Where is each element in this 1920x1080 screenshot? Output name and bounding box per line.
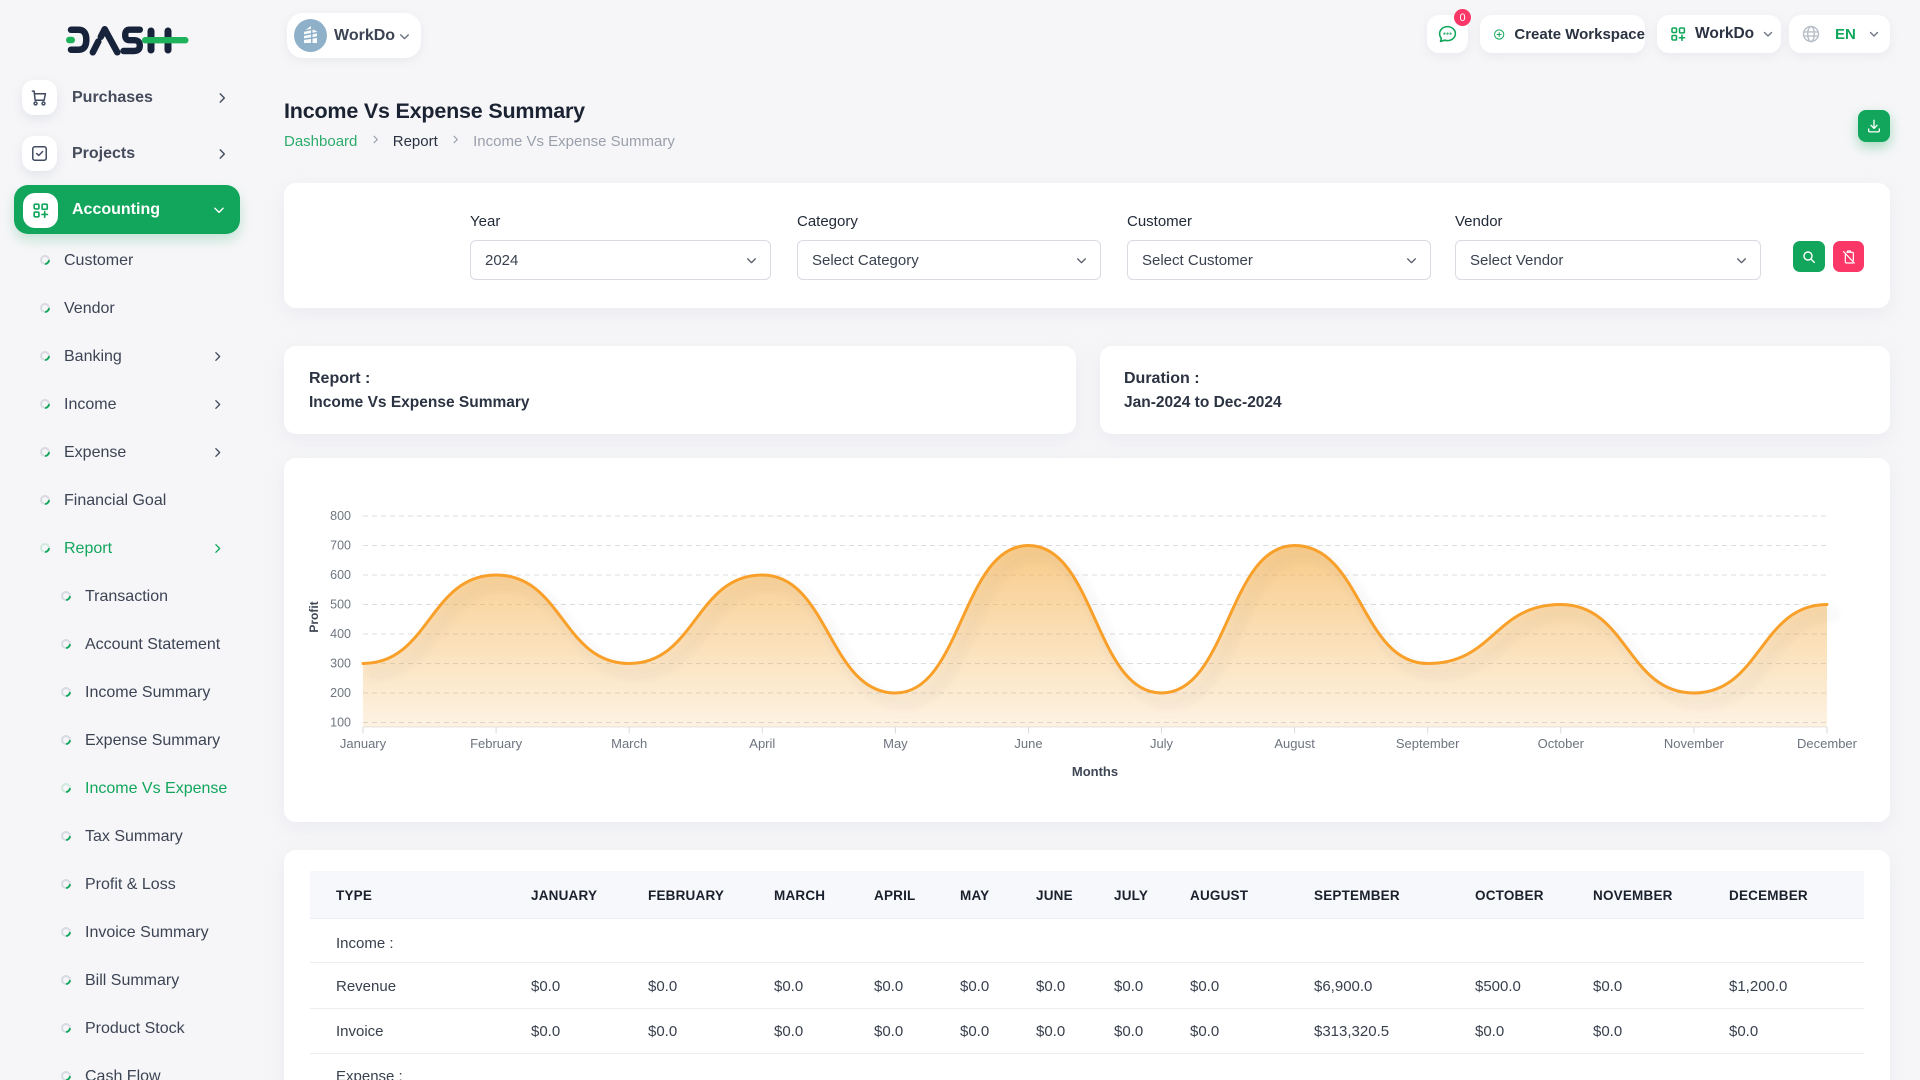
svg-text:September: September: [1396, 736, 1460, 751]
svg-text:300: 300: [330, 657, 351, 671]
svg-text:200: 200: [330, 686, 351, 700]
svg-text:March: March: [611, 736, 647, 751]
svg-text:500: 500: [330, 598, 351, 612]
svg-text:October: October: [1538, 736, 1585, 751]
svg-text:May: May: [883, 736, 908, 751]
svg-text:600: 600: [330, 568, 351, 582]
svg-text:August: August: [1274, 736, 1315, 751]
svg-text:April: April: [749, 736, 775, 751]
svg-text:400: 400: [330, 627, 351, 641]
svg-text:June: June: [1014, 736, 1042, 751]
svg-text:December: December: [1797, 736, 1858, 751]
svg-text:700: 700: [330, 539, 351, 553]
svg-text:800: 800: [330, 509, 351, 523]
svg-text:February: February: [470, 736, 523, 751]
svg-text:100: 100: [330, 716, 351, 730]
svg-text:Months: Months: [1072, 764, 1118, 779]
svg-text:July: July: [1150, 736, 1174, 751]
svg-text:January: January: [340, 736, 387, 751]
svg-text:November: November: [1664, 736, 1725, 751]
svg-text:Profit: Profit: [307, 601, 321, 632]
